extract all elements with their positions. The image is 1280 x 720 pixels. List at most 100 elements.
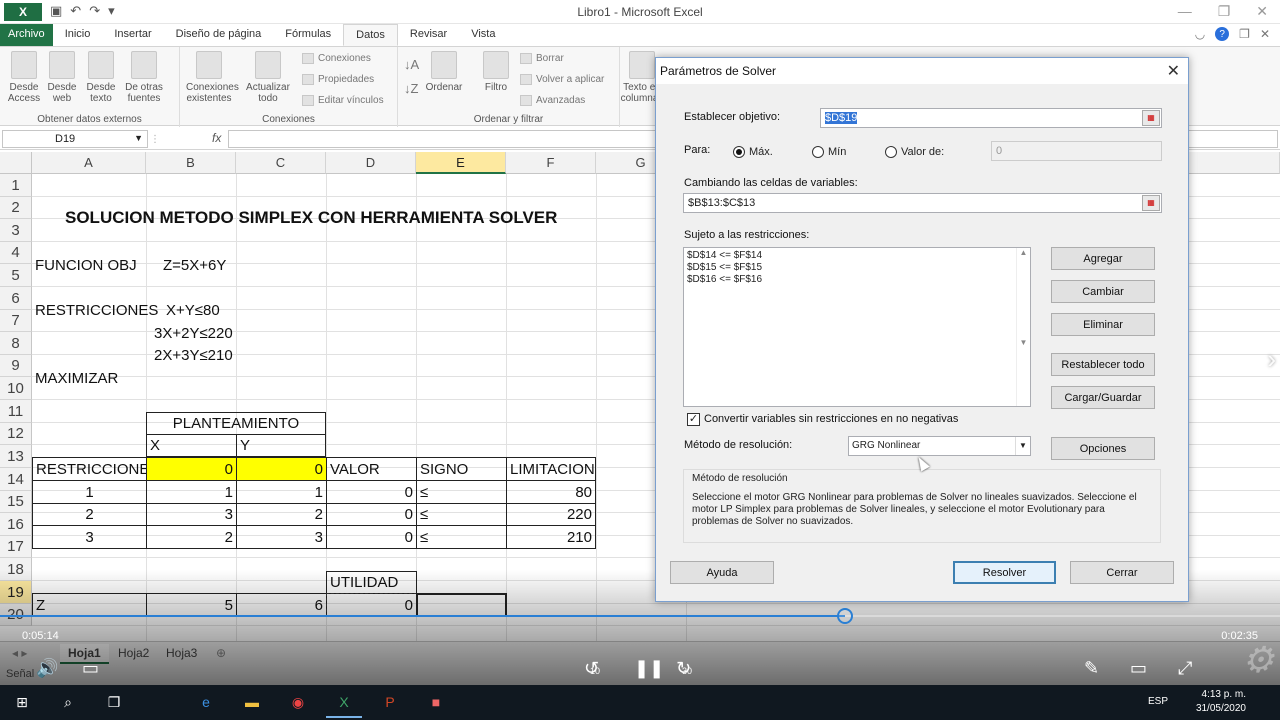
reset-all-button[interactable]: Restablecer todo xyxy=(1051,353,1155,376)
row-header[interactable]: 8 xyxy=(0,332,32,355)
column-header-d[interactable]: D xyxy=(326,152,416,174)
cell-e14[interactable]: ≤ xyxy=(416,480,507,504)
cell-b8[interactable]: 2X+3Y≤210 xyxy=(151,344,236,367)
row-header[interactable]: 16 xyxy=(0,513,32,536)
value-of-input[interactable]: 0 xyxy=(991,141,1162,161)
cell-b12[interactable]: X xyxy=(146,434,237,457)
tab-revisar[interactable]: Revisar xyxy=(398,24,459,46)
tab-insertar[interactable]: Insertar xyxy=(102,24,163,46)
edge-icon[interactable]: e xyxy=(194,691,218,713)
close-button[interactable]: Cerrar xyxy=(1070,561,1174,584)
name-box-dropdown-icon[interactable]: ▼ xyxy=(134,133,143,143)
cell-f15[interactable]: 220 xyxy=(506,503,596,526)
row-header[interactable]: 5 xyxy=(0,264,32,287)
cell-e19-active[interactable] xyxy=(416,593,507,617)
chrome-icon[interactable]: ◉ xyxy=(286,691,310,713)
advanced-button[interactable]: Avanzadas xyxy=(520,95,585,106)
solver-close-icon[interactable]: ✕ xyxy=(1167,61,1180,81)
video-progress-bar[interactable] xyxy=(0,608,1280,624)
select-all-corner[interactable] xyxy=(0,152,32,174)
close-window-icon[interactable]: ✕ xyxy=(1256,3,1268,20)
tab-archivo[interactable]: Archivo xyxy=(0,24,53,46)
cell-b7[interactable]: 3X+2Y≤220 xyxy=(151,322,236,344)
pause-icon[interactable]: ❚❚ xyxy=(634,658,664,679)
filter-button[interactable]: Filtro xyxy=(474,51,518,93)
captions-icon[interactable]: ▭ xyxy=(82,658,99,679)
constraints-list[interactable]: $D$14 <= $F$14 $D$15 <= $F$15 $D$16 <= $… xyxy=(683,247,1031,407)
cell-a6[interactable]: RESTRICCIONES xyxy=(32,299,161,322)
cell-a9[interactable]: MAXIMIZAR xyxy=(32,367,121,389)
cell-a16[interactable]: 3 xyxy=(32,525,147,549)
cell-b15[interactable]: 3 xyxy=(146,503,237,526)
add-constraint-button[interactable]: Agregar xyxy=(1051,247,1155,270)
skip-forward-icon[interactable]: ↻ 30 xyxy=(676,658,692,679)
from-web-button[interactable]: Desde web xyxy=(40,51,84,104)
file-explorer-icon[interactable]: ▬ xyxy=(240,691,264,713)
radio-min-dot[interactable] xyxy=(812,146,824,158)
sort-za-icon[interactable]: ↓Z xyxy=(404,81,418,96)
row-header[interactable]: 11 xyxy=(0,400,32,423)
name-box[interactable]: D19 ▼ xyxy=(2,130,148,148)
tab-inicio[interactable]: Inicio xyxy=(53,24,103,46)
cell-b19[interactable]: 5 xyxy=(146,593,237,617)
load-save-button[interactable]: Cargar/Guardar xyxy=(1051,386,1155,409)
row-header[interactable]: 6 xyxy=(0,287,32,310)
tab-vista[interactable]: Vista xyxy=(459,24,507,46)
cell-d16[interactable]: 0 xyxy=(326,525,417,549)
help-icon[interactable]: ? xyxy=(1215,27,1230,41)
cell-b4[interactable]: Z=5X+6Y xyxy=(160,254,229,277)
cell-e16[interactable]: ≤ xyxy=(416,525,507,549)
row-header[interactable]: 13 xyxy=(0,445,32,468)
cell-f13[interactable]: LIMITACION xyxy=(506,457,596,481)
pen-icon[interactable]: ✎ xyxy=(1084,658,1099,679)
cell-d14[interactable]: 0 xyxy=(326,480,417,504)
reapply-button[interactable]: Volver a aplicar xyxy=(520,74,604,85)
radio-value-dot[interactable] xyxy=(885,146,897,158)
cell-c16[interactable]: 3 xyxy=(236,525,327,549)
radio-value-of[interactable]: Valor de: xyxy=(885,146,944,158)
help-button[interactable]: Ayuda xyxy=(670,561,774,584)
row-header[interactable]: 1 xyxy=(0,174,32,197)
row-header[interactable]: 18 xyxy=(0,558,32,581)
cell-b16[interactable]: 2 xyxy=(146,525,237,549)
from-text-button[interactable]: Desde texto xyxy=(79,51,123,104)
row-header[interactable]: 7 xyxy=(0,310,32,332)
sort-az-icon[interactable]: ↓A xyxy=(404,57,419,72)
taskbar-clock[interactable]: 4:13 p. m. 31/05/2020 xyxy=(1196,688,1246,716)
row-header[interactable]: 12 xyxy=(0,423,32,445)
cell-d19[interactable]: 0 xyxy=(326,593,417,617)
restore-icon[interactable]: ❐ xyxy=(1218,3,1231,20)
delete-constraint-button[interactable]: Eliminar xyxy=(1051,313,1155,336)
other-sources-button[interactable]: De otras fuentes xyxy=(122,51,166,104)
solve-button[interactable]: Resolver xyxy=(953,561,1056,584)
cell-f14[interactable]: 80 xyxy=(506,480,596,504)
cell-a15[interactable]: 2 xyxy=(32,503,147,526)
minimize-icon[interactable]: — xyxy=(1178,3,1192,20)
cell-c15[interactable]: 2 xyxy=(236,503,327,526)
column-header-e[interactable]: E xyxy=(416,152,506,174)
cell-c13[interactable]: 0 xyxy=(236,457,327,481)
fullscreen-icon[interactable]: ⤢ xyxy=(1178,658,1192,679)
cell-e15[interactable]: ≤ xyxy=(416,503,507,526)
cell-a4[interactable]: FUNCION OBJ xyxy=(32,254,140,277)
connections-button[interactable]: Conexiones xyxy=(302,53,371,64)
chevron-down-icon[interactable]: ▼ xyxy=(1015,437,1030,455)
powerpoint-icon[interactable]: P xyxy=(378,691,402,713)
radio-max[interactable]: Máx. xyxy=(733,146,773,158)
tab-datos[interactable]: Datos xyxy=(343,24,398,46)
new-sheet-icon[interactable]: ⊕ xyxy=(208,644,234,662)
video-progress-knob[interactable] xyxy=(836,608,853,624)
refresh-all-button[interactable]: Actualizar todo xyxy=(246,51,290,104)
constraints-scrollbar[interactable]: ▲ ▼ xyxy=(1016,248,1030,406)
changing-cells-ref-icon[interactable]: ▦ xyxy=(1142,195,1160,211)
cell-d13[interactable]: VALOR xyxy=(326,457,417,481)
changing-cells-input[interactable]: $B$13:$C$13 xyxy=(683,193,1162,213)
constraint-item[interactable]: $D$15 <= $F$15 xyxy=(687,262,1027,274)
sheet-tab-hoja2[interactable]: Hoja2 xyxy=(110,644,157,662)
constraint-item[interactable]: $D$14 <= $F$14 xyxy=(687,250,1027,262)
restore-small-icon[interactable]: ❐ xyxy=(1239,27,1250,41)
cell-b14[interactable]: 1 xyxy=(146,480,237,504)
cell-b11-merged[interactable]: PLANTEAMIENTO xyxy=(146,412,326,435)
row-header[interactable]: 4 xyxy=(0,242,32,264)
excel-taskbar-icon[interactable]: X xyxy=(326,691,362,718)
